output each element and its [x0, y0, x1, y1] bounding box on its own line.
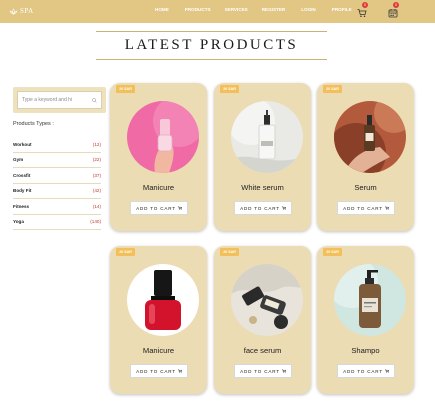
- add-to-cart-label: ADD TO CART: [240, 205, 280, 211]
- product-image[interactable]: [231, 264, 303, 336]
- type-name: Body Fit: [13, 188, 32, 194]
- product-image[interactable]: [334, 101, 406, 173]
- product-image[interactable]: [231, 101, 303, 173]
- product-image[interactable]: [127, 101, 199, 173]
- nav-home[interactable]: HOME: [155, 7, 169, 12]
- type-name: Gym: [13, 157, 24, 163]
- add-to-cart-button[interactable]: ADD TO CART: [337, 201, 395, 215]
- product-image[interactable]: [127, 264, 199, 336]
- type-item-crossfit[interactable]: Crossfit (37): [13, 168, 101, 184]
- product-types-list: Workout (12) Gym (22) Crossfit (37) Body Fi…: [13, 137, 101, 230]
- nav-products[interactable]: PRODUCTS: [185, 7, 211, 12]
- calendar-icon: [388, 9, 398, 18]
- add-to-cart-label: ADD TO CART: [240, 368, 280, 374]
- cart-icon: [178, 369, 182, 373]
- product-card: 20 SAR Serum ADD TO CART: [317, 83, 414, 231]
- cart-count-badge: 0: [362, 2, 368, 8]
- nav-login[interactable]: LOGIN: [301, 7, 316, 12]
- type-item-body-fit[interactable]: Body Fit (42): [13, 184, 101, 199]
- calendar-button[interactable]: 0: [388, 2, 400, 18]
- search-input[interactable]: [22, 97, 88, 103]
- serum-dropper-image: [334, 101, 406, 173]
- add-to-cart-button[interactable]: ADD TO CART: [337, 364, 395, 378]
- add-to-cart-button[interactable]: ADD TO CART: [234, 201, 292, 215]
- cart-icon: [385, 369, 389, 373]
- cart-icon: [178, 206, 182, 210]
- add-to-cart-label: ADD TO CART: [343, 368, 383, 374]
- top-navbar: SPA HOME PRODUCTS SERVICES REGISTER LOGI…: [0, 0, 435, 23]
- product-card: 20 SAR White serum ADD TO CART: [214, 83, 311, 231]
- cart-icon: [385, 206, 389, 210]
- nail-polish-pink-image: [127, 101, 199, 173]
- product-name: face serum: [243, 346, 282, 355]
- product-card: 20 SAR Manicure ADD TO CART: [110, 246, 207, 394]
- cart-icon: [282, 206, 286, 210]
- search-widget: [13, 87, 106, 113]
- type-name: Crossfit: [13, 172, 31, 178]
- type-count: (22): [92, 157, 101, 163]
- type-item-gym[interactable]: Gym (22): [13, 153, 101, 168]
- brand-name: SPA: [20, 7, 34, 15]
- lotus-icon: [9, 7, 18, 15]
- type-item-yoga[interactable]: Yoga (140): [13, 215, 101, 230]
- type-name: Workout: [13, 141, 32, 147]
- add-to-cart-button[interactable]: ADD TO CART: [130, 364, 188, 378]
- price-badge: 20 SAR: [323, 248, 342, 256]
- product-types-title: Products Types :: [13, 121, 54, 127]
- price-badge: 20 SAR: [116, 248, 135, 256]
- type-count: (14): [92, 203, 101, 209]
- shampoo-bottle-image: [334, 264, 406, 336]
- price-badge: 20 SAR: [116, 85, 135, 93]
- price-badge: 20 SAR: [220, 248, 239, 256]
- add-to-cart-button[interactable]: ADD TO CART: [234, 364, 292, 378]
- add-to-cart-label: ADD TO CART: [343, 205, 383, 211]
- product-image[interactable]: [334, 264, 406, 336]
- product-name: Shampo: [351, 346, 380, 355]
- product-name: Manicure: [142, 346, 175, 355]
- main-nav: HOME PRODUCTS SERVICES REGISTER LOGIN PR…: [150, 0, 352, 18]
- nav-register[interactable]: REGISTER: [262, 7, 285, 12]
- search-icon[interactable]: [92, 97, 97, 103]
- product-name: Manicure: [142, 183, 175, 192]
- cart-icon: [357, 9, 367, 17]
- type-count: (140): [90, 219, 101, 225]
- type-name: Yoga: [13, 219, 24, 225]
- red-nail-polish-image: [127, 264, 199, 336]
- product-name: White serum: [241, 183, 284, 192]
- nav-services[interactable]: SERVICES: [225, 7, 248, 12]
- product-name: Serum: [354, 183, 377, 192]
- cart-button[interactable]: 0: [357, 2, 369, 17]
- page-title: LATEST PRODUCTS: [124, 37, 299, 53]
- calendar-count-badge: 0: [393, 2, 399, 8]
- type-count: (12): [92, 141, 101, 147]
- add-to-cart-label: ADD TO CART: [136, 368, 176, 374]
- search-field-wrapper: [17, 91, 102, 109]
- product-card: 20 SAR Manicure ADD TO CART: [110, 83, 207, 231]
- nav-profile[interactable]: PROFILE: [332, 7, 352, 12]
- add-to-cart-label: ADD TO CART: [136, 205, 176, 211]
- type-item-workout[interactable]: Workout (12): [13, 137, 101, 153]
- price-badge: 20 SAR: [323, 85, 342, 93]
- type-count: (42): [92, 188, 101, 194]
- product-card: 20 SAR face serum ADD TO CART: [214, 246, 311, 394]
- section-heading: LATEST PRODUCTS: [96, 31, 327, 60]
- type-name: Fitness: [13, 203, 30, 209]
- face-serum-image: [231, 264, 303, 336]
- white-serum-bottle-image: [231, 101, 303, 173]
- cart-icon: [282, 369, 286, 373]
- add-to-cart-button[interactable]: ADD TO CART: [130, 201, 188, 215]
- product-card: 20 SAR Shampo ADD TO CART: [317, 246, 414, 394]
- type-item-fitness[interactable]: Fitness (14): [13, 199, 101, 215]
- brand-logo[interactable]: SPA: [9, 7, 34, 15]
- type-count: (37): [92, 172, 101, 178]
- price-badge: 20 SAR: [220, 85, 239, 93]
